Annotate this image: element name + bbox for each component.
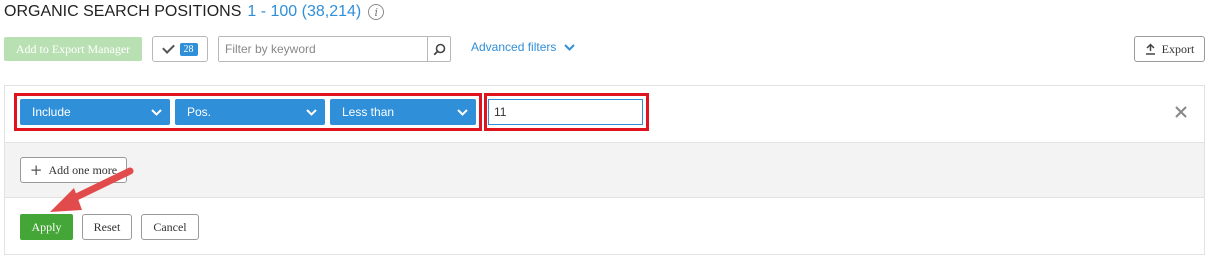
remove-filter-button[interactable] bbox=[1170, 101, 1192, 123]
filter-value-input[interactable] bbox=[488, 99, 643, 125]
plus-icon: + bbox=[29, 160, 43, 179]
keyword-filter bbox=[218, 36, 451, 62]
advanced-filters-label: Advanced filters bbox=[471, 40, 557, 54]
chevron-down-icon bbox=[151, 108, 162, 116]
results-range: 1 - 100 (38,214) bbox=[247, 3, 362, 20]
page-title: ORGANIC SEARCH POSITIONS 1 - 100 (38,214… bbox=[4, 3, 385, 21]
search-icon bbox=[433, 43, 445, 55]
export-label: Export bbox=[1161, 41, 1195, 56]
export-button[interactable]: Export bbox=[1134, 36, 1205, 62]
apply-button[interactable]: Apply bbox=[20, 214, 73, 240]
add-one-more-button[interactable]: + Add one more bbox=[20, 157, 127, 183]
close-icon bbox=[1175, 106, 1187, 118]
search-button[interactable] bbox=[427, 37, 450, 61]
operator-select-value: Less than bbox=[342, 105, 395, 119]
selected-count-badge: 28 bbox=[179, 42, 198, 56]
selected-rows-button[interactable]: 28 bbox=[152, 36, 208, 62]
keyword-filter-input[interactable] bbox=[219, 37, 427, 61]
title-text: ORGANIC SEARCH POSITIONS bbox=[4, 3, 242, 20]
add-more-row bbox=[5, 142, 1204, 198]
include-select[interactable]: Include bbox=[20, 99, 170, 125]
reset-button[interactable]: Reset bbox=[82, 214, 132, 240]
advanced-filters-toggle[interactable]: Advanced filters bbox=[471, 40, 576, 54]
chevron-down-icon bbox=[564, 43, 576, 51]
add-one-more-label: Add one more bbox=[48, 162, 118, 177]
include-select-value: Include bbox=[32, 105, 71, 119]
chevron-down-icon bbox=[457, 108, 468, 116]
checkmark-icon bbox=[161, 41, 175, 54]
field-select[interactable]: Pos. bbox=[175, 99, 325, 125]
add-to-export-manager-button[interactable]: Add to Export Manager bbox=[4, 37, 142, 61]
upload-icon bbox=[1145, 43, 1155, 55]
chevron-down-icon bbox=[306, 108, 317, 116]
cancel-button[interactable]: Cancel bbox=[141, 214, 199, 240]
operator-select[interactable]: Less than bbox=[330, 99, 476, 125]
info-icon[interactable]: i bbox=[368, 4, 385, 20]
field-select-value: Pos. bbox=[187, 105, 212, 119]
